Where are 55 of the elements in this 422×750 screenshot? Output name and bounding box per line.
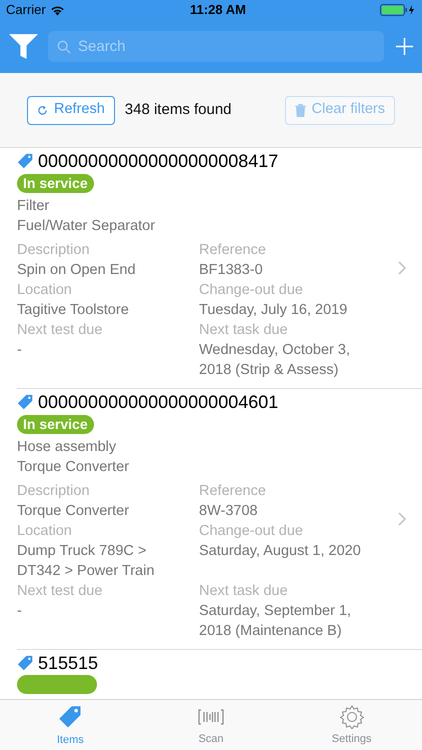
search-icon	[57, 40, 71, 54]
item-name: Torque Converter	[17, 458, 130, 477]
field-value: 8W-3708	[199, 502, 259, 521]
battery-icon	[380, 4, 416, 16]
filter-icon[interactable]	[9, 34, 38, 59]
tab-item[interactable]: Items	[0, 700, 141, 750]
item-type: Filter	[17, 197, 50, 216]
field-value: Torque Converter	[17, 502, 130, 521]
refresh-button[interactable]: Refresh	[27, 96, 115, 124]
settings-icon	[340, 705, 364, 729]
field-label: Location	[17, 522, 73, 541]
tab-item[interactable]: Scan	[140, 700, 282, 750]
field-label: Location	[17, 281, 73, 300]
field-value: Tuesday, July 16, 2019	[199, 301, 348, 320]
tag-icon	[17, 394, 34, 410]
clock-time: 11:28 AM	[189, 1, 247, 20]
field-label: Next test due	[17, 321, 104, 340]
wifi-icon	[50, 4, 65, 16]
tag-icon	[17, 152, 34, 170]
tag-icon	[58, 705, 83, 730]
field-label: Next task due	[199, 321, 289, 340]
status-badge: In service	[17, 174, 94, 193]
item-id: 515515	[38, 652, 98, 674]
field-label: Next test due	[17, 582, 104, 601]
field-label: Reference	[199, 482, 267, 501]
chevron-icon[interactable]	[398, 512, 406, 526]
add-icon[interactable]	[396, 38, 413, 55]
field-value: -	[17, 602, 23, 621]
chevron-icon[interactable]	[398, 261, 406, 275]
barcode-icon	[198, 709, 224, 725]
status-badge: In service	[17, 415, 94, 434]
item-name: Fuel/Water Separator	[17, 217, 156, 236]
field-value: Tagitive Toolstore	[17, 301, 130, 320]
field-label: Description	[17, 241, 91, 260]
field-value: BF1383-0	[199, 261, 264, 280]
refresh-icon	[37, 104, 48, 116]
field-value: Saturday, September 1, 2018 (Maintenance B)	[199, 602, 352, 641]
field-value: Wednesday, October 3, 2018 (Strip & Assess)	[199, 341, 351, 380]
field-label: Description	[17, 482, 91, 501]
field-label: Reference	[199, 241, 267, 260]
trash-icon	[294, 104, 306, 116]
field-label: Change-out due	[199, 522, 304, 541]
field-value: Saturday, August 1, 2020	[199, 542, 362, 561]
item-id: 000000000000000000008417	[38, 150, 278, 172]
item-type: Hose assembly	[17, 438, 118, 457]
field-value: Dump Truck 789C > DT342 > Power Train	[17, 542, 156, 581]
field-value: Spin on Open End	[17, 261, 137, 280]
tag-icon	[17, 654, 34, 672]
field-label: Next task due	[199, 582, 289, 601]
field-value: -	[17, 341, 23, 360]
item-id: 000000000000000000004601	[38, 390, 278, 414]
result-count: 348 items found	[124, 100, 232, 120]
tab-item[interactable]: Settings	[281, 700, 422, 750]
field-label: Change-out due	[199, 281, 304, 300]
carrier-name: Carrier	[6, 1, 46, 20]
